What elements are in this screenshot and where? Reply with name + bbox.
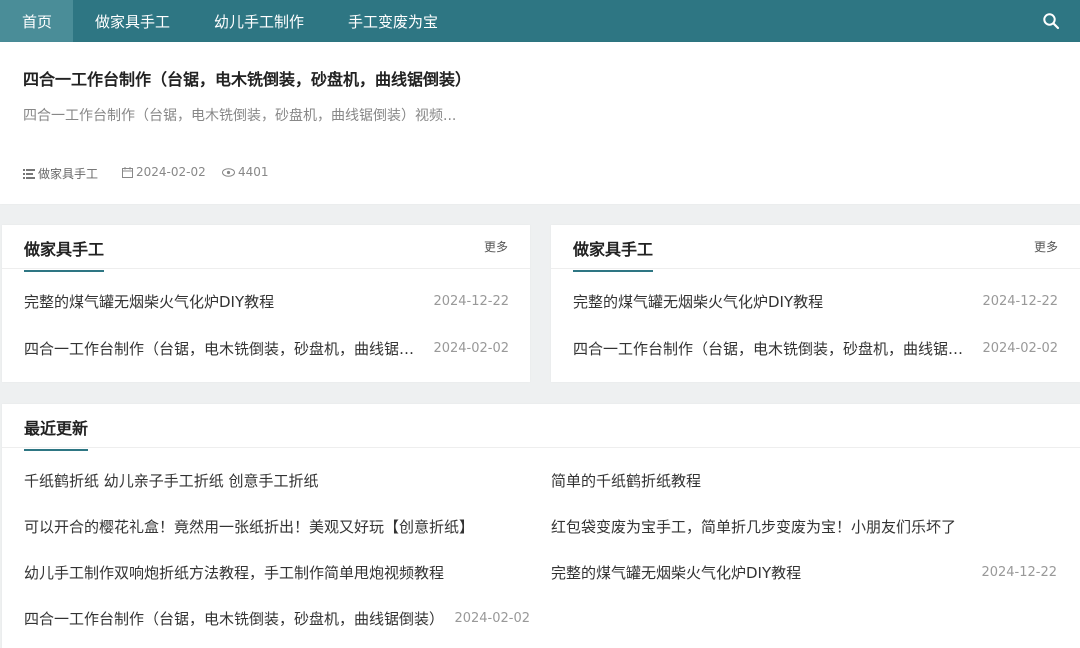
section-title: 做家具手工 (24, 236, 105, 272)
featured-date: 2024-02-02 (122, 165, 206, 179)
list-item-title: 千纸鹤折纸 幼儿亲子手工折纸 创意手工折纸 (24, 472, 319, 490)
featured-views-count: 4401 (238, 165, 269, 179)
list-item-title: 红包袋变废为宝手工，简单折几步变废为宝！小朋友们乐坏了 (551, 518, 957, 536)
list-item[interactable]: 可以开合的樱花礼盒！竟然用一张纸折出！美观又好玩【创意折纸】 (24, 516, 532, 537)
list-item[interactable]: 完整的煤气罐无烟柴火气化炉DIY教程 2024-12-22 (551, 562, 1057, 583)
nav-item-furniture[interactable]: 做家具手工 (73, 0, 192, 42)
list-item-date: 2024-02-02 (454, 611, 530, 626)
list-item[interactable]: 完整的煤气罐无烟柴火气化炉DIY教程 2024-12-22 (24, 291, 509, 312)
recent-updates-card: 最近更新 千纸鹤折纸 幼儿亲子手工折纸 创意手工折纸 可以开合的樱花礼盒！竟然用… (2, 404, 1080, 648)
nav-item-home[interactable]: 首页 (0, 0, 73, 42)
featured-category[interactable]: 做家具手工 (23, 165, 98, 182)
featured-article-title[interactable]: 四合一工作台制作（台锯，电木铣倒装，砂盘机，曲线锯倒装） (23, 66, 471, 90)
list-item-title: 完整的煤气罐无烟柴火气化炉DIY教程 (551, 564, 802, 582)
more-link[interactable]: 更多 (1034, 238, 1058, 255)
list-item[interactable]: 完整的煤气罐无烟柴火气化炉DIY教程 2024-12-22 (573, 291, 1058, 312)
list-item[interactable]: 简单的千纸鹤折纸教程 (551, 470, 1057, 491)
search-icon[interactable] (1042, 12, 1060, 30)
list-item-title: 简单的千纸鹤折纸教程 (551, 472, 702, 490)
section-header: 做家具手工 更多 (551, 225, 1080, 272)
list-item-title: 四合一工作台制作（台锯，电木铣倒装，砂盘机，曲线锯倒装） (24, 610, 445, 628)
featured-views: 4401 (222, 165, 269, 179)
nav-item-kids-crafts[interactable]: 幼儿手工制作 (192, 0, 326, 42)
section-title: 最近更新 (24, 415, 89, 451)
list-item-date: 2024-02-02 (982, 341, 1058, 356)
more-link[interactable]: 更多 (484, 238, 508, 255)
featured-date-label: 2024-02-02 (136, 165, 206, 179)
section-header: 最近更新 (2, 404, 1080, 451)
eye-icon (222, 167, 235, 177)
list-item-date: 2024-12-22 (981, 565, 1057, 580)
nav-item-recycle[interactable]: 手工变废为宝 (326, 0, 460, 42)
list-item-title: 完整的煤气罐无烟柴火气化炉DIY教程 (24, 293, 275, 311)
list-item-title: 四合一工作台制作（台锯，电木铣倒装，砂盘机，曲线锯倒装） (573, 340, 977, 358)
top-nav: 首页 做家具手工 幼儿手工制作 手工变废为宝 (0, 0, 1080, 42)
section-card-left: 做家具手工 更多 完整的煤气罐无烟柴火气化炉DIY教程 2024-12-22 四… (2, 225, 530, 382)
list-item-title: 可以开合的樱花礼盒！竟然用一张纸折出！美观又好玩【创意折纸】 (24, 518, 475, 536)
list-item[interactable]: 幼儿手工制作双响炮折纸方法教程，手工制作简单甩炮视频教程 (24, 562, 532, 583)
calendar-icon (122, 166, 133, 178)
list-item-title: 四合一工作台制作（台锯，电木铣倒装，砂盘机，曲线锯倒装） (24, 340, 428, 358)
section-card-right: 做家具手工 更多 完整的煤气罐无烟柴火气化炉DIY教程 2024-12-22 四… (551, 225, 1080, 382)
featured-article-excerpt: 四合一工作台制作（台锯，电木铣倒装，砂盘机，曲线锯倒装）视频... (23, 108, 457, 124)
list-icon (23, 168, 35, 179)
featured-category-label: 做家具手工 (38, 167, 99, 181)
section-header: 做家具手工 更多 (2, 225, 530, 272)
section-title: 做家具手工 (573, 236, 654, 272)
list-item[interactable]: 四合一工作台制作（台锯，电木铣倒装，砂盘机，曲线锯倒装） 2024-02-02 (24, 608, 530, 629)
list-item[interactable]: 千纸鹤折纸 幼儿亲子手工折纸 创意手工折纸 (24, 470, 532, 491)
list-item-date: 2024-02-02 (433, 341, 509, 356)
list-item-title: 完整的煤气罐无烟柴火气化炉DIY教程 (573, 293, 824, 311)
list-item-title: 幼儿手工制作双响炮折纸方法教程，手工制作简单甩炮视频教程 (24, 564, 445, 582)
list-item[interactable]: 四合一工作台制作（台锯，电木铣倒装，砂盘机，曲线锯倒装） 2024-02-02 (573, 338, 1058, 359)
list-item-date: 2024-12-22 (982, 294, 1058, 309)
list-item[interactable]: 四合一工作台制作（台锯，电木铣倒装，砂盘机，曲线锯倒装） 2024-02-02 (24, 338, 509, 359)
list-item-date: 2024-12-22 (433, 294, 509, 309)
list-item[interactable]: 红包袋变废为宝手工，简单折几步变废为宝！小朋友们乐坏了 (551, 516, 1057, 537)
